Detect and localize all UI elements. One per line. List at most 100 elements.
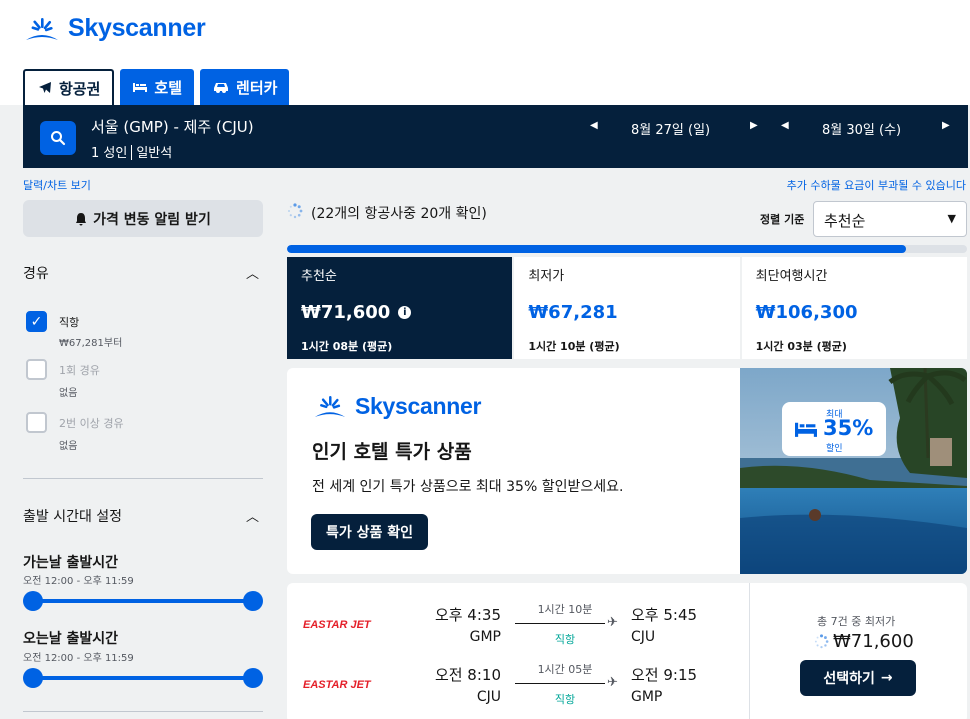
return-next-date-button[interactable]: ▶ [942, 120, 950, 131]
search-progress-bar [287, 245, 967, 253]
info-icon[interactable]: i [398, 306, 412, 319]
airline-logo: EASTAR JET [303, 679, 371, 691]
depart-prev-date-button[interactable]: ◀ [590, 120, 598, 131]
slider-end-handle[interactable] [243, 668, 263, 688]
one-stop-sub: 없음 [59, 388, 78, 399]
route-text[interactable]: 서울 (GMP) - 제주 (CJU) [91, 116, 254, 137]
stops-filter-title[interactable]: 경유 [23, 263, 49, 283]
two-plus-stops-label: 2번 이상 경유 [59, 417, 124, 430]
bed-icon [133, 83, 148, 92]
slider-end-handle[interactable] [243, 591, 263, 611]
passenger-count: 1 성인 [91, 146, 128, 161]
sort-tab-duration: 1시간 10분 (평균) [528, 340, 620, 353]
tab-flights[interactable]: 항공권 [23, 69, 115, 105]
card-divider [749, 583, 750, 719]
arrival-time: 오전 9:15 [631, 666, 698, 684]
direct-label: 직항 [59, 316, 80, 329]
sort-label: 정렬 기준 [760, 213, 805, 226]
passenger-summary[interactable]: 1 성인 일반석 [91, 142, 172, 161]
slider-start-handle[interactable] [23, 591, 43, 611]
sort-tab-name: 최단여행시간 [755, 269, 828, 284]
return-prev-date-button[interactable]: ◀ [781, 120, 789, 131]
outbound-time-title: 가는날 출발시간 [23, 555, 119, 571]
filter-divider [23, 711, 263, 712]
sort-selected-value: 추천순 [824, 212, 866, 230]
flight-duration: 1시간 10분 [537, 603, 593, 616]
slider-start-handle[interactable] [23, 668, 43, 688]
depart-next-date-button[interactable]: ▶ [750, 120, 758, 131]
select-flight-button[interactable]: 선택하기 → [800, 660, 916, 696]
departure-airport: GMP [469, 629, 501, 645]
baggage-fees-link[interactable]: 추가 수하물 요금이 부과될 수 있습니다 [787, 177, 966, 193]
sort-tab-price: ₩106,300 [755, 302, 858, 323]
ad-description: 전 세계 인기 특가 상품으로 최대 35% 할인받으세요. [312, 479, 624, 495]
car-icon [214, 83, 229, 93]
site-header: Skyscanner 항공권 호텔 렌터카 [0, 0, 970, 105]
inbound-time-slider[interactable] [23, 668, 263, 688]
price-alert-button[interactable]: 가격 변동 알림 받기 [23, 200, 263, 237]
tab-label: 항공권 [59, 79, 101, 98]
departure-time-filter-title[interactable]: 출발 시간대 설정 [23, 506, 122, 526]
filter-divider [23, 478, 263, 479]
pool-resort-image [740, 368, 967, 574]
sort-tabs: 추천순 ₩71,600 i 1시간 08분 (평균) 최저가 ₩67,281 1시… [287, 257, 967, 359]
arrow-right-icon: → [880, 670, 893, 686]
sunburst-logo-icon [314, 396, 346, 417]
sort-tab-duration: 1시간 08분 (평균) [301, 340, 393, 353]
tab-car-rental[interactable]: 렌터카 [200, 69, 290, 105]
product-tabs: 항공권 호텔 렌터카 [23, 69, 290, 105]
sort-tab-price: ₩71,600 [301, 302, 391, 323]
discount-badge: 최대 35% 할인 [782, 402, 886, 456]
arrival-airport: CJU [631, 629, 656, 645]
arrival-airport: GMP [631, 689, 663, 705]
deal-price: ₩71,600 [833, 631, 914, 652]
sort-tab-best[interactable]: 추천순 ₩71,600 i 1시간 08분 (평균) [287, 257, 513, 359]
plane-icon [39, 82, 51, 93]
stops-label: 직항 [554, 633, 576, 646]
chevron-up-icon[interactable]: ︿ [246, 506, 259, 525]
skyscanner-logo[interactable]: Skyscanner [22, 14, 206, 43]
tab-label: 렌터카 [236, 78, 278, 97]
deal-count: 총 7건 중 최저가 [817, 615, 896, 628]
sort-select[interactable]: 추천순 ▼ [813, 201, 967, 237]
airline-logo: EASTAR JET [303, 619, 371, 631]
loading-spinner-icon [288, 203, 303, 219]
two-plus-stops-sub: 없음 [59, 441, 78, 452]
outbound-time-slider[interactable] [23, 591, 263, 611]
inbound-time-title: 오는날 출발시간 [23, 631, 119, 647]
tab-label: 호텔 [154, 78, 183, 97]
hotel-deals-ad: Skyscanner 인기 호텔 특가 상품 전 세계 인기 특가 상품으로 최… [287, 368, 967, 574]
bell-icon [76, 212, 87, 225]
calendar-chart-link[interactable]: 달력/차트 보기 [23, 177, 91, 193]
progress-fill [287, 245, 906, 253]
return-date[interactable]: 8월 30일 (수) [822, 119, 901, 138]
plane-icon: ✈ [607, 675, 618, 690]
bed-icon [795, 422, 817, 437]
search-button[interactable] [40, 121, 76, 155]
flight-result-card[interactable]: EASTAR JET 오후 4:35 GMP 1시간 10분 ✈ 직항 오후 5… [287, 583, 967, 719]
arrival-time: 오후 5:45 [631, 606, 698, 624]
one-stop-label: 1회 경유 [59, 364, 100, 377]
one-stop-checkbox[interactable] [26, 359, 47, 380]
flight-duration: 1시간 05분 [537, 663, 593, 676]
sunburst-logo-icon [26, 17, 58, 40]
view-deals-button[interactable]: 특가 상품 확인 [311, 514, 429, 550]
chevron-up-icon[interactable]: ︿ [246, 263, 259, 282]
direct-checkbox[interactable]: ✓ [26, 311, 47, 332]
search-icon [51, 131, 66, 146]
sort-tab-duration: 1시간 03분 (평균) [755, 340, 847, 353]
sort-tab-fastest[interactable]: 최단여행시간 ₩106,300 1시간 03분 (평균) [741, 257, 967, 359]
sort-tab-cheapest[interactable]: 최저가 ₩67,281 1시간 10분 (평균) [514, 257, 740, 359]
direct-price: ₩67,281부터 [59, 338, 123, 349]
cabin-class: 일반석 [136, 146, 173, 161]
depart-date[interactable]: 8월 27일 (일) [631, 119, 710, 138]
two-plus-stops-checkbox[interactable] [26, 412, 47, 433]
badge-bottom-text: 할인 [826, 444, 843, 454]
select-label: 선택하기 [823, 671, 875, 687]
sort-tab-name: 최저가 [528, 269, 565, 284]
plane-icon: ✈ [607, 615, 618, 630]
departure-time: 오후 4:35 [434, 606, 501, 624]
tab-hotels[interactable]: 호텔 [120, 69, 195, 105]
route-line [515, 683, 605, 684]
route-line [515, 623, 605, 624]
